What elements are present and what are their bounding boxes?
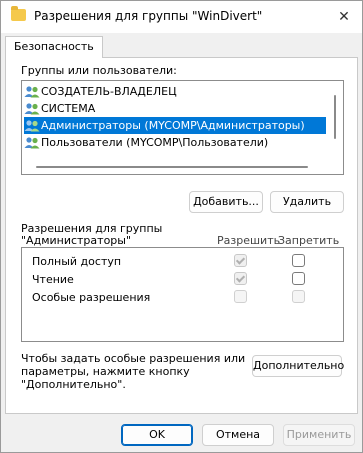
list-item[interactable]: СОЗДАТЕЛЬ-ВЛАДЕЛЕЦ: [24, 83, 326, 100]
title-bar: Разрешения для группы "WinDivert" ✕: [1, 1, 362, 33]
groups-label: Группы или пользователи:: [21, 64, 177, 77]
remove-button[interactable]: Удалить: [270, 191, 344, 213]
tab-strip: Безопасность: [5, 36, 357, 58]
allow-column-header: Разрешить: [217, 234, 281, 247]
user-group-icon: [24, 119, 40, 133]
user-group-icon: [24, 85, 40, 99]
deny-checkbox[interactable]: [292, 254, 305, 267]
ok-button[interactable]: OK: [121, 424, 193, 446]
permission-name: Особые разрешения: [32, 291, 151, 304]
permission-row: Особые разрешения: [22, 289, 343, 307]
allow-checkbox: [234, 290, 247, 303]
hint-line3: "Дополнительно".: [21, 378, 126, 391]
list-item-label: СИСТЕМА: [41, 102, 96, 115]
user-group-icon: [24, 102, 40, 116]
cancel-button[interactable]: Отмена: [202, 424, 274, 446]
allow-checkbox: [234, 272, 247, 285]
window-title: Разрешения для группы "WinDivert": [34, 9, 263, 23]
horizontal-scrollbar[interactable]: [22, 159, 328, 174]
deny-checkbox: [292, 290, 305, 303]
vertical-scrollbar[interactable]: [328, 81, 343, 174]
vertical-scroll-thumb[interactable]: [334, 95, 336, 139]
apply-button: Применить: [283, 424, 355, 446]
close-button[interactable]: ✕: [326, 1, 362, 33]
folder-icon: [11, 6, 26, 21]
add-button[interactable]: Добавить...: [189, 191, 263, 213]
hint-line1: Чтобы задать особые разрешения или: [21, 352, 246, 365]
permissions-list: Полный доступ Чтение Особые разрешения: [21, 247, 344, 342]
hint-line2: параметры, нажмите кнопку: [21, 365, 190, 378]
advanced-button[interactable]: Дополнительно: [252, 355, 344, 377]
permissions-label-line2: "Администраторы": [21, 234, 132, 247]
list-item-label: Пользователи (MYCOMP\Пользователи): [41, 136, 269, 149]
permission-name: Чтение: [32, 273, 74, 286]
permissions-dialog: Разрешения для группы "WinDivert" ✕ Безо…: [0, 0, 363, 453]
security-tab-panel: Группы или пользователи: СОЗДАТЕЛЬ-ВЛАДЕ…: [5, 57, 358, 414]
groups-listbox[interactable]: СОЗДАТЕЛЬ-ВЛАДЕЛЕЦ СИСТЕМА Администратор…: [21, 80, 344, 175]
permission-row: Полный доступ: [22, 253, 343, 271]
list-item-selected[interactable]: Администраторы (MYCOMP\Администраторы): [24, 117, 326, 134]
list-item-label: СОЗДАТЕЛЬ-ВЛАДЕЛЕЦ: [41, 85, 177, 98]
list-item-label: Администраторы (MYCOMP\Администраторы): [41, 119, 305, 132]
permission-row: Чтение: [22, 271, 343, 289]
horizontal-scroll-thumb[interactable]: [36, 166, 308, 168]
deny-column-header: Запретить: [278, 234, 340, 247]
user-group-icon: [24, 136, 40, 150]
list-item[interactable]: СИСТЕМА: [24, 100, 326, 117]
list-item[interactable]: Пользователи (MYCOMP\Пользователи): [24, 134, 326, 151]
allow-checkbox: [234, 254, 247, 267]
tab-security[interactable]: Безопасность: [5, 36, 103, 58]
deny-checkbox[interactable]: [292, 272, 305, 285]
permission-name: Полный доступ: [32, 255, 122, 268]
